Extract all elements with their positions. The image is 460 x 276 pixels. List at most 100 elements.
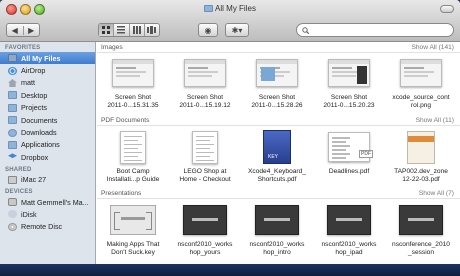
file-name-line1: Screen Shot: [258, 94, 296, 101]
file-name-line2: hop_intro: [263, 249, 291, 256]
file-thumbnail-frame: [192, 129, 218, 165]
home-icon: [8, 78, 17, 87]
show-all-presentations-link[interactable]: Show All (7): [419, 190, 454, 197]
file-name-line1: Boot Camp: [116, 168, 150, 175]
toolbar: All My Files ◀ ▶ ◉ ✱▾: [0, 0, 460, 42]
column-view-button[interactable]: [128, 24, 144, 36]
file-name-line1: nsconf2010_works: [321, 241, 377, 248]
presentation-thumbnail: [183, 205, 227, 235]
navigation-buttons: ◀ ▶: [6, 23, 40, 37]
presentation-thumbnail: [110, 205, 156, 235]
file-item[interactable]: Screen Shot 2011-0...15.20.23: [313, 55, 385, 110]
all-my-files-icon: [8, 54, 17, 63]
file-name-line2: rol.png: [410, 102, 432, 109]
sidebar-item-all-my-files[interactable]: All My Files: [0, 52, 95, 65]
file-name-line1: Xcode4_Keyboard_: [248, 168, 306, 175]
show-all-pdfs-link[interactable]: Show All (11): [416, 117, 454, 124]
section-title-presentations: Presentations: [101, 189, 142, 197]
section-header-pdfs: PDF Documents Show All (11): [97, 115, 460, 126]
image-thumbnail: [328, 59, 370, 87]
folder-icon: [204, 5, 214, 12]
sidebar-item-imac-27[interactable]: iMac 27: [0, 174, 95, 186]
search-input[interactable]: [309, 26, 439, 34]
sidebar-item-projects[interactable]: Projects: [0, 102, 95, 114]
sidebar-item-applications[interactable]: Applications: [0, 139, 95, 151]
file-item[interactable]: nsconf2010_works hop_yours: [169, 202, 241, 257]
sidebar-item-matt[interactable]: matt: [0, 77, 95, 89]
sidebar-item-remote-disc[interactable]: Remote Disc: [0, 221, 95, 233]
sidebar-item-label: matt: [21, 78, 35, 88]
back-button[interactable]: ◀: [7, 26, 23, 35]
sidebar-item-desktop[interactable]: Desktop: [0, 89, 95, 101]
file-name-line1: Making Apps That: [106, 241, 160, 248]
file-item[interactable]: TAP002.dev_zone 12-22-03.pdf: [385, 129, 457, 184]
action-menu-button[interactable]: ✱▾: [225, 23, 249, 37]
sidebar-item-idisk[interactable]: iDisk: [0, 208, 95, 220]
file-thumbnail-frame: [328, 55, 370, 91]
sidebar-header-favorites: FAVORITES: [5, 45, 41, 51]
section-header-images: Images Show All (141): [97, 42, 460, 53]
view-mode-buttons: [98, 23, 160, 37]
file-item[interactable]: nsconf2010_works hop_intro: [241, 202, 313, 257]
quick-look-button[interactable]: ◉: [198, 23, 218, 37]
file-thumbnail-frame: [110, 202, 156, 238]
pdf-thumbnail: [192, 130, 218, 164]
hard-disk-icon: [8, 198, 17, 207]
search-field[interactable]: [296, 23, 454, 37]
file-item[interactable]: Making Apps That Don't Suck.key: [97, 202, 169, 257]
sidebar-item-matt-gemmell-s-ma[interactable]: Matt Gemmell's Ma...: [0, 196, 95, 208]
sidebar-item-documents[interactable]: Documents: [0, 114, 95, 126]
file-item[interactable]: nsconference_2010 _session: [385, 202, 457, 257]
sidebar-header-shared: SHARED: [5, 166, 32, 173]
sidebar-item-dropbox[interactable]: Dropbox: [0, 151, 95, 163]
list-view-button[interactable]: [113, 24, 128, 36]
sidebar-item-downloads[interactable]: Downloads: [0, 126, 95, 138]
file-name-line1: nsconf2010_works: [177, 241, 233, 248]
sidebar-item-label: iDisk: [21, 209, 37, 219]
icon-view-button[interactable]: [99, 24, 114, 36]
presentation-thumbnail: [399, 205, 443, 235]
file-item[interactable]: PDF Deadlines.pdf: [313, 129, 385, 184]
list-view-icon: [117, 26, 126, 34]
file-name-line1: Screen Shot: [186, 94, 224, 101]
file-item[interactable]: xcode_source_cont rol.png: [385, 55, 457, 110]
sidebar-item-airdrop[interactable]: AirDrop: [0, 64, 95, 76]
file-name-line2: Don't Suck.key: [111, 249, 155, 256]
applications-icon: [8, 140, 17, 149]
section-title-pdfs: PDF Documents: [101, 116, 150, 124]
gear-icon: ✱▾: [231, 25, 243, 35]
presentation-thumbnail: [255, 205, 299, 235]
idisk-icon: [8, 210, 17, 219]
file-thumbnail-frame: [407, 129, 435, 165]
file-name-line2: 2011-0...15.31.35: [107, 102, 159, 109]
file-thumbnail-frame: [256, 55, 298, 91]
file-name-line2: _session: [407, 249, 435, 256]
eye-icon: ◉: [204, 25, 212, 35]
file-item[interactable]: Xcode4_Keyboard_Shortcuts.pdf: [241, 129, 313, 184]
coverflow-view-icon: [147, 26, 157, 34]
file-item[interactable]: nsconf2010_works hop_ipad: [313, 202, 385, 257]
file-thumbnail-frame: [327, 202, 371, 238]
show-all-images-link[interactable]: Show All (141): [411, 44, 454, 51]
file-item[interactable]: Screen Shot 2011-0...15.31.35: [97, 55, 169, 110]
image-thumbnail: [184, 59, 226, 87]
file-name-line2: 2011-0...15.19.12: [179, 102, 231, 109]
toolbar-toggle-button[interactable]: [440, 5, 454, 13]
desktop-background: [0, 264, 460, 276]
dropbox-icon: [8, 153, 17, 159]
file-thumbnail-frame: [255, 202, 299, 238]
file-item[interactable]: Screen Shot 2011-0...15.28.26: [241, 55, 313, 110]
file-item[interactable]: LEGO Shop at Home - Checkout: [169, 129, 241, 184]
file-name-line1: LEGO Shop at: [183, 168, 227, 175]
image-thumbnail: [112, 59, 154, 87]
sidebar-item-label: Matt Gemmell's Ma...: [21, 197, 89, 207]
file-thumbnail-frame: [112, 55, 154, 91]
coverflow-view-button[interactable]: [143, 24, 159, 36]
file-item[interactable]: Screen Shot 2011-0...15.19.12: [169, 55, 241, 110]
forward-button[interactable]: ▶: [22, 25, 40, 35]
sidebar-header-devices: DEVICES: [5, 188, 33, 195]
downloads-icon: [8, 128, 17, 137]
file-name-line1: TAP002.dev_zone: [394, 168, 448, 175]
file-item[interactable]: Boot Camp Installati...p Guide: [97, 129, 169, 184]
icon-view-icon: [102, 26, 111, 34]
